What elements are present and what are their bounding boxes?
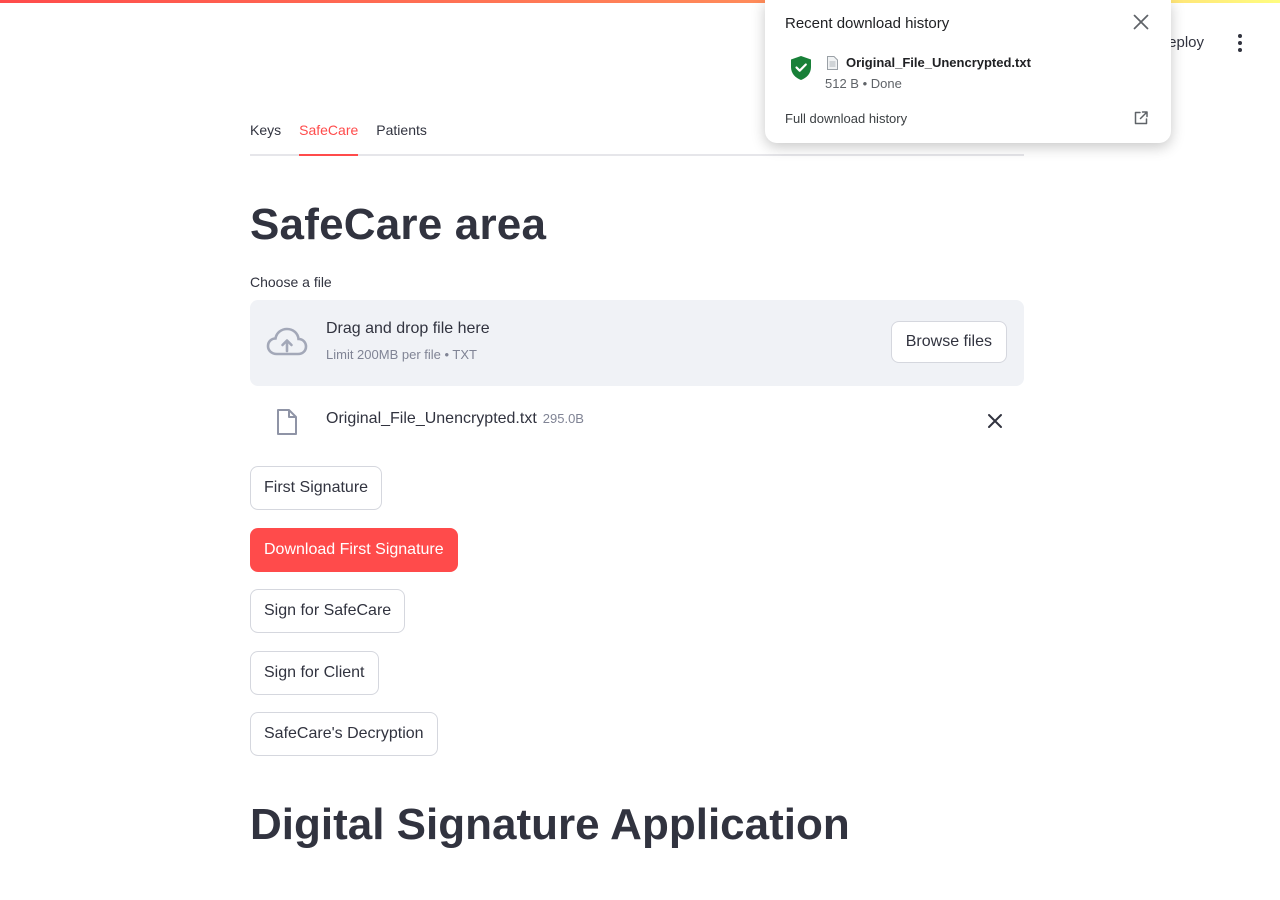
tab-safecare[interactable]: SafeCare — [299, 110, 359, 156]
dropzone-main-text: Drag and drop file here — [326, 320, 490, 337]
file-icon — [277, 409, 297, 435]
open-external-icon[interactable] — [1133, 110, 1149, 126]
safecare-decryption-button[interactable]: SafeCare's Decryption — [250, 712, 438, 756]
remove-file-icon[interactable] — [986, 412, 1004, 430]
uploaded-file-size: 295.0B — [542, 411, 584, 426]
close-icon[interactable] — [1133, 14, 1149, 30]
uploaded-file-name: Original_File_Unencrypted.txt — [326, 410, 537, 427]
downloaded-file-name[interactable]: Original_File_Unencrypted.txt — [846, 55, 1031, 70]
cloud-upload-icon — [266, 327, 308, 356]
main-menu-icon[interactable] — [1230, 29, 1250, 57]
section-title: Digital Signature Application — [250, 800, 850, 849]
full-download-history-link[interactable]: Full download history — [785, 111, 907, 126]
uploaded-file-row: Original_File_Unencrypted.txt 295.0B — [250, 386, 1024, 452]
sign-for-safecare-button[interactable]: Sign for SafeCare — [250, 589, 406, 633]
download-status: 512 B • Done — [825, 76, 902, 91]
app-header-actions: eploy — [1160, 28, 1250, 57]
uploaded-file-info: Original_File_Unencrypted.txt 295.0B — [326, 410, 584, 428]
tab-keys[interactable]: Keys — [250, 110, 281, 154]
dropzone-limit-text: Limit 200MB per file • TXT — [326, 347, 477, 362]
page-title: SafeCare area — [250, 200, 547, 249]
dropzone-instructions: Drag and drop file here Limit 200MB per … — [326, 320, 490, 362]
downloaded-file-icon — [827, 56, 838, 70]
browse-files-button[interactable]: Browse files — [890, 321, 1007, 363]
shield-check-icon — [791, 56, 811, 80]
tab-patients[interactable]: Patients — [376, 110, 427, 154]
main-content: Keys SafeCare Patients SafeCare area Cho… — [250, 110, 1024, 849]
popup-title: Recent download history — [785, 15, 950, 32]
file-dropzone[interactable]: Drag and drop file here Limit 200MB per … — [250, 300, 1024, 386]
download-first-signature-button[interactable]: Download First Signature — [250, 528, 458, 572]
sign-for-client-button[interactable]: Sign for Client — [250, 651, 379, 695]
file-uploader-label: Choose a file — [250, 274, 332, 290]
first-signature-button[interactable]: First Signature — [250, 466, 383, 510]
download-history-popup: Recent download history Original_File_Un… — [765, 0, 1171, 143]
